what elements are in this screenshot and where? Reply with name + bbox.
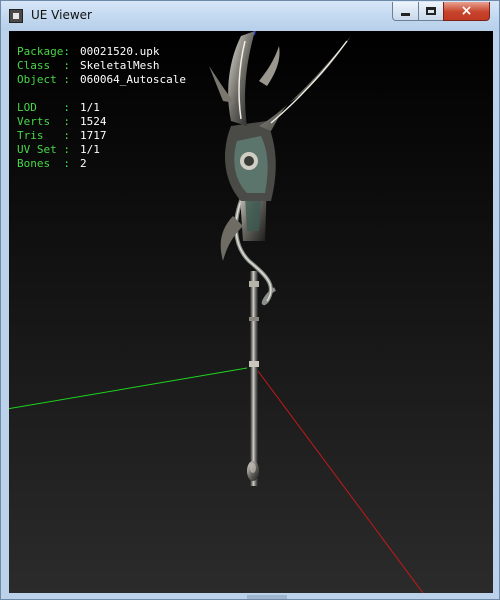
app-icon bbox=[9, 9, 23, 23]
window-title: UE Viewer bbox=[31, 8, 92, 22]
close-button[interactable]: × bbox=[443, 2, 490, 21]
package-value: 00021520.upk bbox=[80, 45, 160, 58]
object-label: Object : bbox=[17, 73, 70, 86]
title-bar[interactable]: UE Viewer × bbox=[1, 1, 499, 31]
maximize-button[interactable] bbox=[418, 2, 444, 21]
info-row-package: Package: 00021520.upk bbox=[17, 45, 186, 59]
staff-model bbox=[209, 31, 351, 486]
tris-value: 1717 bbox=[80, 129, 107, 142]
y-axis-line bbox=[9, 367, 248, 410]
uvset-label: UV Set : bbox=[17, 143, 70, 156]
info-row-class: Class : SkeletalMesh bbox=[17, 59, 186, 73]
package-label: Package: bbox=[17, 45, 70, 58]
close-icon: × bbox=[460, 3, 473, 19]
lod-value: 1/1 bbox=[80, 101, 100, 114]
info-row-verts: Verts : 1524 bbox=[17, 115, 186, 129]
tris-label: Tris : bbox=[17, 129, 70, 142]
lod-label: LOD : bbox=[17, 101, 70, 114]
object-value: 060064_Autoscale bbox=[80, 73, 186, 86]
minimize-button[interactable] bbox=[392, 2, 419, 21]
verts-label: Verts : bbox=[17, 115, 70, 128]
class-value: SkeletalMesh bbox=[80, 59, 160, 72]
maximize-icon bbox=[426, 7, 436, 15]
uvset-value: 1/1 bbox=[80, 143, 100, 156]
class-label: Class : bbox=[17, 59, 70, 72]
ue-viewer-window: UE Viewer × Package: 00021520.upk Class … bbox=[0, 0, 500, 600]
info-row-uvset: UV Set : 1/1 bbox=[17, 143, 186, 157]
bones-value: 2 bbox=[80, 157, 87, 170]
x-axis-line bbox=[254, 366, 424, 593]
info-row-tris: Tris : 1717 bbox=[17, 129, 186, 143]
mesh-info-panel: Package: 00021520.upk Class : SkeletalMe… bbox=[17, 45, 186, 171]
info-row-bones: Bones : 2 bbox=[17, 157, 186, 171]
resize-grip[interactable] bbox=[247, 595, 287, 599]
info-row-object: Object : 060064_Autoscale bbox=[17, 73, 186, 87]
minimize-icon bbox=[401, 12, 410, 16]
bones-label: Bones : bbox=[17, 157, 70, 170]
verts-value: 1524 bbox=[80, 115, 107, 128]
3d-viewport[interactable]: Package: 00021520.upk Class : SkeletalMe… bbox=[9, 31, 493, 593]
info-row-lod: LOD : 1/1 bbox=[17, 101, 186, 115]
